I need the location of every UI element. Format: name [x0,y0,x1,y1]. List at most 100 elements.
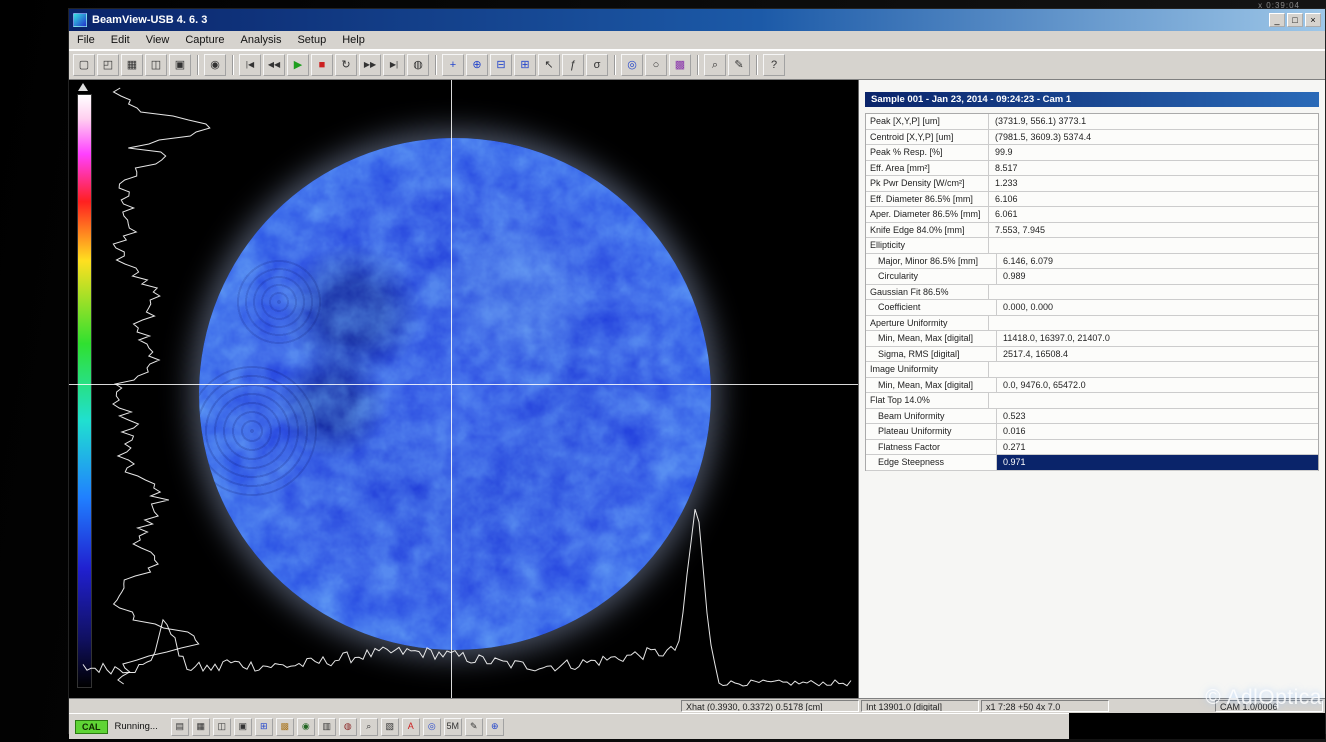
param-label: Flat Top 14.0% [866,393,989,408]
copy-button[interactable]: ▣ [169,54,191,76]
toolbar-separator [197,55,198,75]
table-row: Beam Uniformity0.523 [866,409,1318,425]
annotate-button[interactable]: ✎ [728,54,750,76]
add-button[interactable]: ⊕ [486,718,504,736]
table-row: Major, Minor 86.5% [mm]6.146, 6.079 [866,254,1318,270]
print-button[interactable]: ◫ [213,718,231,736]
cursor-button[interactable]: ↖ [538,54,560,76]
param-value: 11418.0, 16397.0, 21407.0 [997,331,1318,346]
zoom-button[interactable]: ⌕ [360,718,378,736]
table-row: Aperture Uniformity [866,316,1318,332]
beam-display-canvas[interactable] [69,80,858,698]
param-value: 0.016 [997,424,1318,439]
table-row: Edge Steepness0.971 [866,455,1318,471]
table-row: Min, Mean, Max [digital]0.0, 9476.0, 654… [866,378,1318,394]
rewind-button[interactable]: ◀◀ [263,54,285,76]
param-value: 0.523 [997,409,1318,424]
param-value: 99.9 [989,145,1318,160]
capture-setup-button[interactable]: ◍ [407,54,429,76]
table-row: Centroid [X,Y,P] [um](7981.5, 3609.3) 53… [866,130,1318,146]
param-value: (7981.5, 3609.3) 5374.4 [989,130,1318,145]
menu-capture[interactable]: Capture [185,34,224,46]
profile-y-button[interactable]: ⊞ [514,54,536,76]
fit-function-button[interactable]: ƒ [562,54,584,76]
zoom-button[interactable]: ⌕ [704,54,726,76]
cal-indicator[interactable]: CAL [75,720,108,734]
param-label: Sigma, RMS [digital] [866,347,997,362]
bottom-row: CAL Running... ▤▦◫▣⊞▩◉▥◍⌕▧A◎5M✎⊕ [69,713,1325,739]
menu-edit[interactable]: Edit [111,34,130,46]
report-button[interactable]: ▥ [318,718,336,736]
texture-button[interactable]: ▧ [381,718,399,736]
last-frame-button[interactable]: ▶| [383,54,405,76]
first-frame-button[interactable]: |◀ [239,54,261,76]
param-label: Eff. Diameter 86.5% [mm] [866,192,989,207]
profile-traces [69,80,858,698]
text-tool-button[interactable]: A [402,718,420,736]
status-cursor-position: Xhat (0.3930, 0.3372) 0.5178 [cm] [681,700,859,712]
aperture-button[interactable]: ◎ [621,54,643,76]
menu-view[interactable]: View [146,34,170,46]
palette-button[interactable]: ▩ [276,718,294,736]
draw-button[interactable]: ✎ [465,718,483,736]
table-row: Gaussian Fit 86.5% [866,285,1318,301]
statistics-button[interactable]: σ [586,54,608,76]
status-bar: Xhat (0.3930, 0.3372) 0.5178 [cm] Int 13… [69,698,1325,713]
open-button[interactable]: ◰ [97,54,119,76]
camera-button[interactable]: ◍ [339,718,357,736]
file-button[interactable]: ▤ [171,718,189,736]
loop-button[interactable]: ↻ [335,54,357,76]
help-button[interactable]: ? [763,54,785,76]
param-value: 6.106 [989,192,1318,207]
table-row: Plateau Uniformity0.016 [866,424,1318,440]
capture-button[interactable]: ◉ [204,54,226,76]
table-row: Knife Edge 84.0% [mm]7.553, 7.945 [866,223,1318,239]
centroid-button[interactable]: ⊕ [466,54,488,76]
param-value [989,316,1318,331]
param-label: Circularity [866,269,997,284]
param-value: (3731.9, 556.1) 3773.1 [989,114,1318,129]
param-value: 1.233 [989,176,1318,191]
param-value: 7.553, 7.945 [989,223,1318,238]
profile-x-button[interactable]: ⊟ [490,54,512,76]
fast-forward-button[interactable]: ▶▶ [359,54,381,76]
table-row: Aper. Diameter 86.5% [mm]6.061 [866,207,1318,223]
param-label: Peak % Resp. [%] [866,145,989,160]
crosshair-button[interactable]: + [442,54,464,76]
param-value: 0.0, 9476.0, 65472.0 [997,378,1318,393]
menu-file[interactable]: File [77,34,95,46]
palette-button[interactable]: ▩ [669,54,691,76]
save-button[interactable]: ▦ [121,54,143,76]
copy-button[interactable]: ▣ [234,718,252,736]
draw-ellipse-button[interactable]: ○ [645,54,667,76]
results-table: Peak [X,Y,P] [um](3731.9, 556.1) 3773.1C… [865,113,1319,471]
close-button[interactable]: × [1305,13,1321,27]
param-label: Eff. Area [mm²] [866,161,989,176]
toolbar-separator [614,55,615,75]
param-value-selected[interactable]: 0.971 [997,455,1318,470]
maximize-button[interactable]: □ [1287,13,1303,27]
grid-button[interactable]: ⊞ [255,718,273,736]
print-button[interactable]: ◫ [145,54,167,76]
minimize-button[interactable]: _ [1269,13,1285,27]
target-button[interactable]: ◉ [297,718,315,736]
title-bar[interactable]: BeamView-USB 4. 6. 3 _ □ × [69,9,1325,31]
new-button[interactable]: ▢ [73,54,95,76]
play-button[interactable]: ▶ [287,54,309,76]
menu-setup[interactable]: Setup [297,34,326,46]
param-value: 0.989 [997,269,1318,284]
param-value [989,238,1318,253]
param-label: Plateau Uniformity [866,424,997,439]
param-label: Centroid [X,Y,P] [um] [866,130,989,145]
menu-analysis[interactable]: Analysis [241,34,282,46]
save-button[interactable]: ▦ [192,718,210,736]
window-title: BeamView-USB 4. 6. 3 [92,14,207,26]
table-row: Flat Top 14.0% [866,393,1318,409]
results-panel: Sample 001 - Jan 23, 2014 - 09:24:23 - C… [858,80,1325,698]
aperture-button[interactable]: ◎ [423,718,441,736]
param-value: 2517.4, 16508.4 [997,347,1318,362]
record-stop-button[interactable]: ■ [311,54,333,76]
resolution-5m-button[interactable]: 5M [444,718,462,736]
menu-help[interactable]: Help [342,34,365,46]
param-label: Min, Mean, Max [digital] [866,378,997,393]
